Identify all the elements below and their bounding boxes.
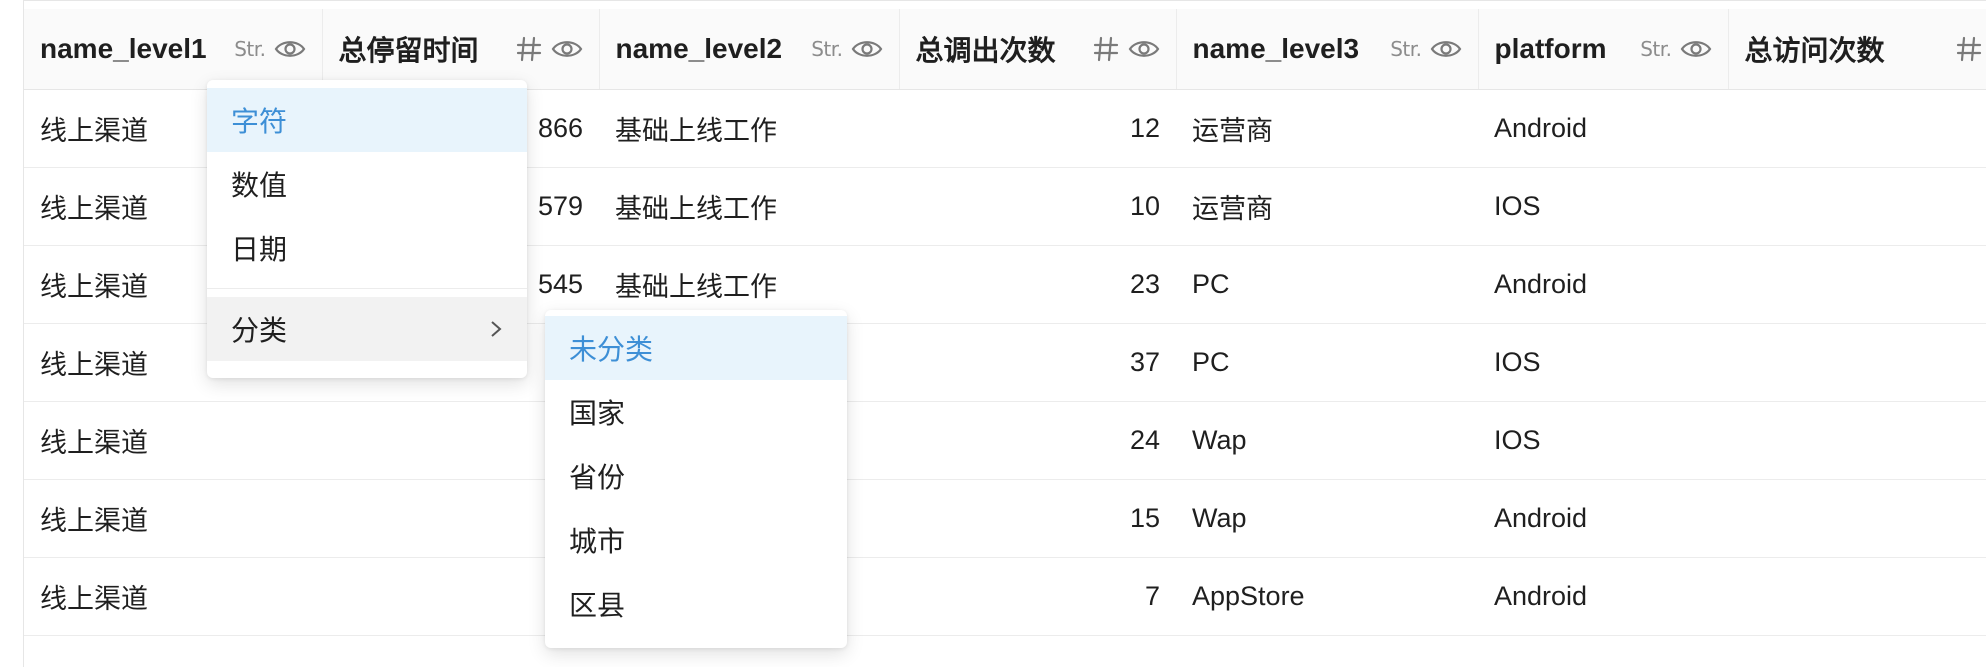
column-title: 总停留时间: [339, 29, 507, 69]
column-header[interactable]: 总停留时间: [322, 9, 599, 89]
eye-icon[interactable]: [1128, 38, 1160, 60]
table-cell: 41: [1728, 323, 1986, 401]
table-cell: 线上渠道: [24, 479, 322, 557]
column-header-content: 总停留时间: [339, 29, 583, 69]
table-cell: 17: [1728, 557, 1986, 635]
eye-icon[interactable]: [551, 38, 583, 60]
table-cell: 运营商: [1176, 167, 1478, 245]
type-menu-item[interactable]: 数值: [207, 152, 527, 216]
category-submenu: 未分类国家省份城市区县: [545, 310, 847, 648]
table-row: 线上渠道515WapAndroid22: [24, 479, 1986, 557]
column-header-content: 总访问次数: [1745, 29, 1986, 69]
type-menu-item[interactable]: 字符: [207, 88, 527, 152]
table-cell: 43: [1728, 245, 1986, 323]
table-cell: 10: [899, 167, 1176, 245]
column-header-content: platform Str.: [1495, 33, 1712, 65]
column-header-content: name_level2 Str.: [616, 33, 883, 65]
string-type-icon[interactable]: Str.: [1640, 37, 1671, 61]
string-type-icon[interactable]: Str.: [1390, 37, 1421, 61]
table-cell: 22: [1728, 479, 1986, 557]
type-menu-item[interactable]: 日期: [207, 216, 527, 280]
table-cell: 7: [899, 557, 1176, 635]
table-cell: Android: [1478, 479, 1728, 557]
table-cell: IOS: [1478, 323, 1728, 401]
table-row: 线上渠道324WapIOS26: [24, 401, 1986, 479]
column-header[interactable]: platform Str.: [1478, 9, 1728, 89]
table-cell: AppStore: [1176, 557, 1478, 635]
eye-icon[interactable]: [851, 38, 883, 60]
table-cell: IOS: [1478, 167, 1728, 245]
table-cell: 基础上线工作: [599, 167, 899, 245]
hash-icon[interactable]: [1092, 35, 1120, 63]
hash-icon[interactable]: [1955, 35, 1983, 63]
table-cell: Android: [1478, 557, 1728, 635]
table-cell: Android: [1478, 245, 1728, 323]
column-type-menu: 字符数值日期分类: [207, 80, 527, 378]
column-title: 总调出次数: [916, 29, 1084, 69]
eye-icon[interactable]: [274, 38, 306, 60]
column-title: platform: [1495, 33, 1633, 65]
table-cell: 15: [899, 479, 1176, 557]
column-header-content: 总调出次数: [916, 29, 1160, 69]
table-cell: PC: [1176, 323, 1478, 401]
table-cell: PC: [1176, 245, 1478, 323]
table-row: 线上渠道 7AppStoreAndroid17: [24, 557, 1986, 635]
category-option[interactable]: 省份: [545, 444, 847, 508]
category-option[interactable]: 区县: [545, 572, 847, 636]
chevron-right-icon: [489, 319, 503, 339]
table-cell: 线上渠道: [24, 557, 322, 635]
eye-icon[interactable]: [1680, 38, 1712, 60]
table-cell: 基础上线工作: [599, 89, 899, 167]
column-header-content: name_level3 Str.: [1193, 33, 1462, 65]
table-cell: IOS: [1478, 401, 1728, 479]
table-cell: 26: [1728, 401, 1986, 479]
column-title: name_level2: [616, 33, 804, 65]
column-title: name_level3: [1193, 33, 1383, 65]
column-title: name_level1: [40, 33, 226, 65]
column-header[interactable]: name_level2 Str.: [599, 9, 899, 89]
column-header-content: name_level1 Str.: [40, 33, 306, 65]
column-header[interactable]: name_level3 Str.: [1176, 9, 1478, 89]
eye-icon[interactable]: [1430, 38, 1462, 60]
category-option[interactable]: 城市: [545, 508, 847, 572]
string-type-icon[interactable]: Str.: [234, 37, 265, 61]
menu-divider: [207, 288, 527, 289]
table-cell: 14: [1728, 167, 1986, 245]
column-header[interactable]: name_level1 Str.: [24, 9, 322, 89]
table-cell: 37: [899, 323, 1176, 401]
table-cell: Android: [1478, 89, 1728, 167]
table-cell: 11: [1728, 89, 1986, 167]
table-cell: 23: [899, 245, 1176, 323]
table-cell: 运营商: [1176, 89, 1478, 167]
column-header[interactable]: 总访问次数: [1728, 9, 1986, 89]
category-menu-label: 分类: [231, 309, 287, 349]
table-cell: 12: [899, 89, 1176, 167]
category-menu-item[interactable]: 分类: [207, 297, 527, 361]
table-header-row: name_level1 Str. 总停留时间 name_level2 Str. 总调出次数…: [24, 9, 1986, 89]
table-cell: 24: [899, 401, 1176, 479]
category-option[interactable]: 未分类: [545, 316, 847, 380]
table-cell: Wap: [1176, 479, 1478, 557]
hash-icon[interactable]: [515, 35, 543, 63]
string-type-icon[interactable]: Str.: [811, 37, 842, 61]
table-cell: Wap: [1176, 401, 1478, 479]
category-option[interactable]: 国家: [545, 380, 847, 444]
column-header[interactable]: 总调出次数: [899, 9, 1176, 89]
table-cell: 线上渠道: [24, 401, 322, 479]
column-title: 总访问次数: [1745, 29, 1948, 69]
